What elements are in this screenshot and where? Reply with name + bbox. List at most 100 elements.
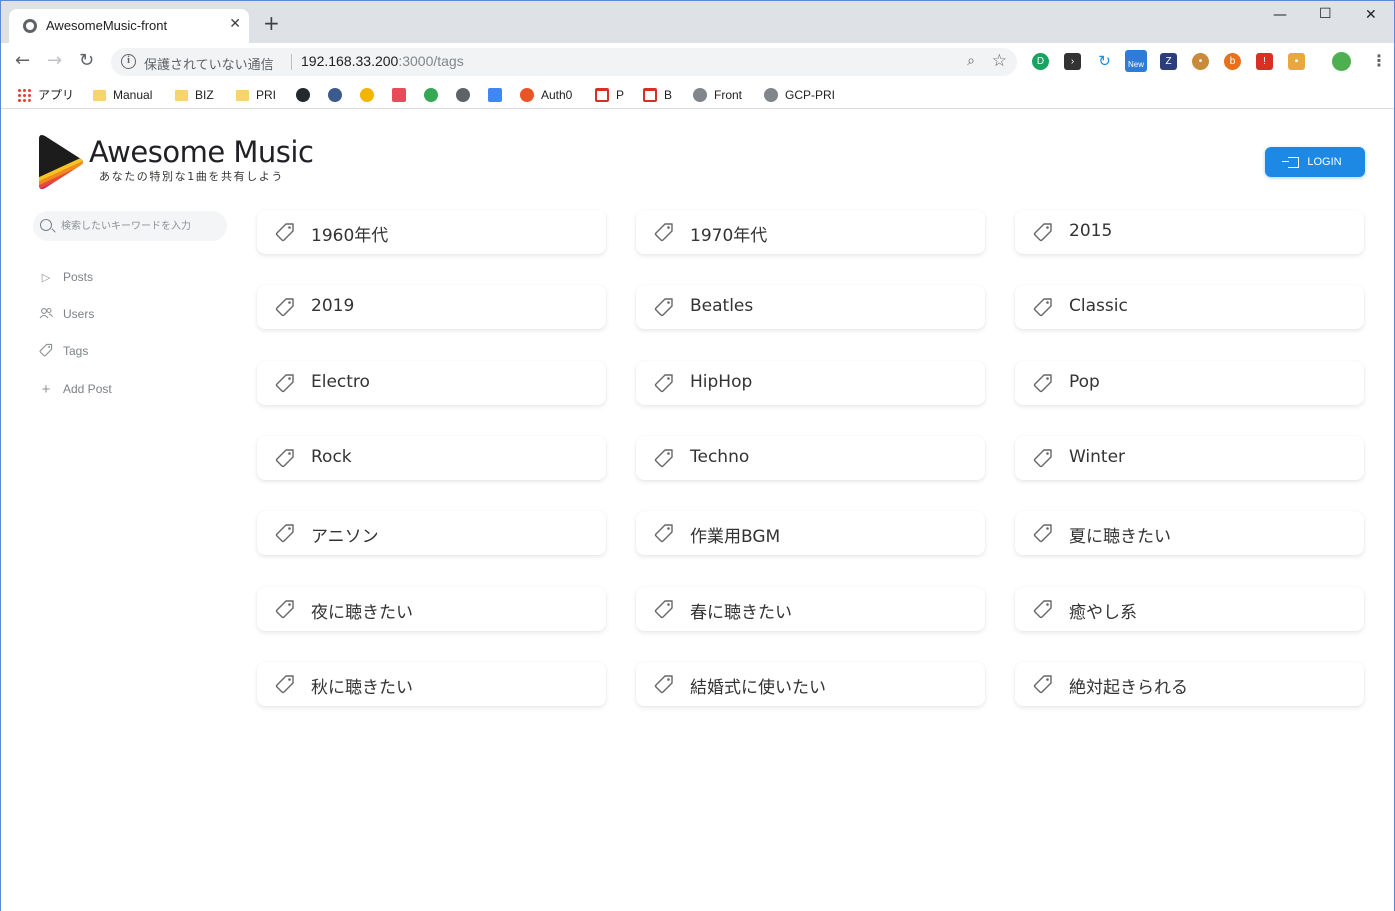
sidebar-item-posts[interactable]: ▷ Posts bbox=[39, 267, 93, 287]
bookmark-co[interactable] bbox=[360, 85, 374, 105]
bookmark-biz[interactable]: BIZ bbox=[175, 85, 214, 105]
extension-cookie-icon[interactable]: • bbox=[1192, 53, 1209, 70]
tag-icon bbox=[1033, 448, 1053, 468]
sidebar-item-add-post[interactable]: + Add Post bbox=[39, 379, 112, 399]
tag-label: 2019 bbox=[311, 296, 355, 316]
sidebar-item-tags[interactable]: Tags bbox=[39, 341, 88, 361]
tag-icon bbox=[275, 448, 295, 468]
tag-card[interactable]: 1960年代 bbox=[257, 210, 606, 254]
bookmark-bird[interactable] bbox=[328, 85, 342, 105]
tag-card[interactable]: 夜に聴きたい bbox=[257, 587, 606, 631]
logo-icon[interactable] bbox=[35, 133, 87, 191]
tag-card[interactable]: 癒やし系 bbox=[1015, 587, 1364, 631]
tag-card[interactable]: 絶対起きられる bbox=[1015, 662, 1364, 706]
bookmark-apps[interactable]: アプリ bbox=[17, 85, 74, 105]
tag-card[interactable]: 2019 bbox=[257, 285, 606, 329]
minimize-icon[interactable]: — bbox=[1273, 7, 1287, 23]
extension-d-icon[interactable]: D bbox=[1032, 53, 1049, 70]
folder-icon bbox=[93, 89, 106, 101]
tag-label: Pop bbox=[1069, 372, 1100, 392]
browser-tab[interactable]: AwesomeMusic-front ✕ bbox=[9, 9, 249, 43]
tag-card[interactable]: 2015 bbox=[1015, 210, 1364, 254]
new-tab-button[interactable]: + bbox=[263, 13, 280, 33]
search-box[interactable] bbox=[33, 211, 227, 241]
bookmark-wave[interactable] bbox=[456, 85, 470, 105]
bookmark-label: Front bbox=[714, 88, 743, 102]
extension-z-icon[interactable]: Z bbox=[1160, 53, 1177, 70]
tag-icon bbox=[1033, 373, 1053, 393]
sidebar-item-users[interactable]: Users bbox=[39, 304, 94, 324]
close-window-icon[interactable]: ✕ bbox=[1365, 7, 1377, 23]
bookmark-manual[interactable]: Manual bbox=[93, 85, 152, 105]
bookmarks-bar: アプリ Manual BIZ PRI Auth0 P B Front GCP-P… bbox=[1, 81, 1394, 109]
tag-label: HipHop bbox=[690, 372, 753, 392]
globe-icon bbox=[23, 19, 37, 33]
tag-card[interactable]: 作業用BGM bbox=[636, 511, 985, 555]
login-button[interactable]: LOGIN bbox=[1265, 147, 1365, 177]
extension-new-icon[interactable]: New bbox=[1125, 50, 1147, 72]
info-icon[interactable]: i bbox=[121, 54, 136, 69]
extension-arrow-icon[interactable]: › bbox=[1064, 53, 1081, 70]
qiita-icon bbox=[392, 88, 406, 102]
bookmark-label: Auth0 bbox=[541, 88, 573, 102]
bookmark-star-icon[interactable]: ☆ bbox=[992, 51, 1007, 71]
tag-card[interactable]: 秋に聴きたい bbox=[257, 662, 606, 706]
tag-card[interactable]: HipHop bbox=[636, 361, 985, 405]
tag-label: Electro bbox=[311, 372, 370, 392]
users-icon bbox=[39, 307, 53, 322]
folder-icon bbox=[175, 89, 188, 101]
sidebar-item-label: Tags bbox=[63, 344, 89, 358]
login-label: LOGIN bbox=[1307, 156, 1342, 168]
tag-card[interactable]: アニソン bbox=[257, 511, 606, 555]
bookmark-pri[interactable]: PRI bbox=[236, 85, 276, 105]
address-bar[interactable]: i 保護されていない通信 192.168.33.200:3000/tags ⌕ … bbox=[111, 48, 1017, 76]
extension-b-icon[interactable]: b bbox=[1224, 53, 1241, 70]
ac-icon bbox=[424, 88, 438, 102]
close-tab-icon[interactable]: ✕ bbox=[229, 16, 241, 32]
tag-card[interactable]: 春に聴きたい bbox=[636, 587, 985, 631]
url-text[interactable]: 192.168.33.200:3000/tags bbox=[301, 53, 464, 69]
search-icon bbox=[40, 219, 52, 231]
tag-card[interactable]: Beatles bbox=[636, 285, 985, 329]
bookmark-auth0[interactable]: Auth0 bbox=[520, 85, 572, 105]
tag-label: 春に聴きたい bbox=[690, 603, 792, 623]
tag-card[interactable]: Winter bbox=[1015, 436, 1364, 480]
tag-card[interactable]: Rock bbox=[257, 436, 606, 480]
auth0-icon bbox=[520, 88, 534, 102]
bookmark-front[interactable]: Front bbox=[693, 85, 742, 105]
tag-card[interactable]: Pop bbox=[1015, 361, 1364, 405]
bookmark-gmail-b[interactable]: B bbox=[643, 85, 672, 105]
tag-card[interactable]: 夏に聴きたい bbox=[1015, 511, 1364, 555]
apps-icon bbox=[17, 88, 31, 102]
login-icon bbox=[1282, 156, 1300, 168]
security-indicator[interactable]: 保護されていない通信 bbox=[144, 54, 274, 73]
bookmark-gmail-p[interactable]: P bbox=[595, 85, 624, 105]
tag-card[interactable]: Classic bbox=[1015, 285, 1364, 329]
extension-shield-icon[interactable]: ! bbox=[1256, 53, 1273, 70]
tag-card[interactable]: Techno bbox=[636, 436, 985, 480]
tag-card[interactable]: 1970年代 bbox=[636, 210, 985, 254]
tag-icon bbox=[654, 297, 674, 317]
maximize-icon[interactable]: ☐ bbox=[1319, 6, 1332, 22]
back-icon[interactable]: ← bbox=[15, 51, 30, 71]
brand-name[interactable]: Awesome Music bbox=[89, 135, 314, 169]
tag-label: 夜に聴きたい bbox=[311, 603, 413, 623]
forward-icon[interactable]: → bbox=[47, 51, 62, 71]
sidebar-item-label: Users bbox=[63, 307, 95, 321]
tag-label: Rock bbox=[311, 447, 352, 467]
bookmark-qiita[interactable] bbox=[392, 85, 406, 105]
bookmark-github[interactable] bbox=[296, 85, 310, 105]
menu-dots-icon[interactable]: ⋮ bbox=[1371, 51, 1387, 70]
extension-refresh-icon[interactable]: ↻ bbox=[1096, 53, 1113, 70]
extension-box-icon[interactable]: ▪ bbox=[1288, 53, 1305, 70]
tag-label: 癒やし系 bbox=[1069, 603, 1137, 623]
bookmark-calendar[interactable] bbox=[488, 85, 502, 105]
bookmark-gcp-pri[interactable]: GCP-PRI bbox=[764, 85, 835, 105]
search-input[interactable] bbox=[61, 217, 221, 235]
bookmark-ac[interactable] bbox=[424, 85, 438, 105]
zoom-icon[interactable]: ⌕ bbox=[967, 53, 975, 69]
tag-card[interactable]: 結婚式に使いたい bbox=[636, 662, 985, 706]
tag-card[interactable]: Electro bbox=[257, 361, 606, 405]
reload-icon[interactable]: ↻ bbox=[79, 51, 94, 71]
profile-avatar[interactable] bbox=[1332, 52, 1351, 71]
